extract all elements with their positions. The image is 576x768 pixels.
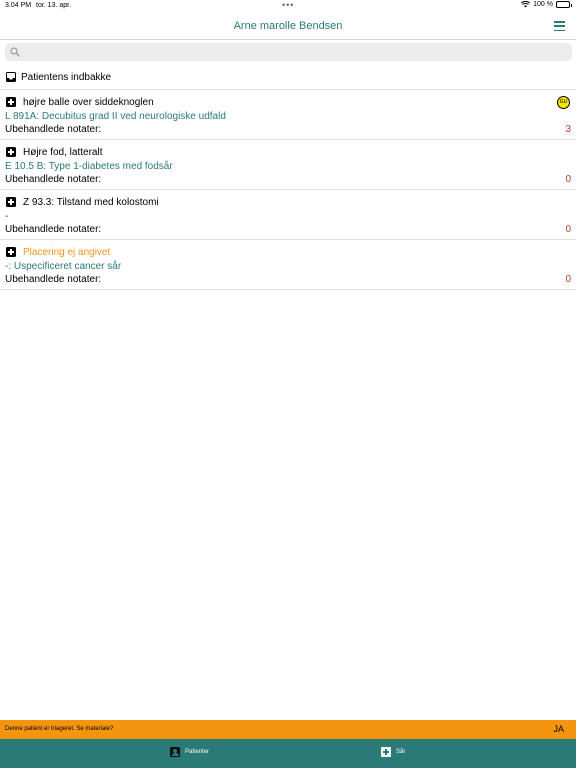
unhandled-notes-count: 3 [565, 124, 571, 135]
gu-badge: GU [557, 96, 570, 109]
patient-inbox-row[interactable]: Patientens indbakke [0, 66, 576, 90]
wound-plus-icon [6, 147, 16, 157]
triage-banner[interactable]: Denne patient er triageret. Se materiale… [0, 720, 576, 739]
patient-icon [170, 747, 180, 757]
tab-wounds-label: Sår [396, 749, 406, 755]
search-bar[interactable] [5, 43, 572, 61]
wound-plus-icon [381, 747, 391, 757]
wound-diagnosis: E 10.5 B: Type 1-diabetes med fodsår [5, 161, 173, 172]
battery-percent: 100 % [533, 1, 553, 8]
wound-diagnosis: - [5, 211, 9, 222]
wound-item[interactable]: Z 93.3: Tilstand med kolostomi - Ubehand… [0, 190, 576, 240]
wound-plus-icon [6, 247, 16, 257]
multitask-dots[interactable]: ••• [282, 1, 294, 10]
wound-location: Placering ej angivet [23, 247, 111, 258]
search-input[interactable] [23, 43, 563, 61]
unhandled-notes-count: 0 [565, 274, 571, 285]
search-icon [10, 47, 20, 57]
wound-location: højre balle over siddeknoglen [23, 97, 154, 108]
inbox-icon [6, 72, 16, 82]
inbox-label: Patientens indbakke [21, 72, 112, 83]
unhandled-notes-label: Ubehandlede notater: [5, 224, 102, 235]
status-time: 3.04 PM [5, 2, 32, 9]
triage-message: Denne patient er triageret. Se materiale… [5, 726, 114, 732]
screen: 3.04 PM tor. 13. apr. ••• 100 % Arne mar… [0, 0, 576, 768]
unhandled-notes-label: Ubehandlede notater: [5, 174, 102, 185]
unhandled-notes-label: Ubehandlede notater: [5, 124, 102, 135]
wound-item[interactable]: Højre fod, latteralt E 10.5 B: Type 1-di… [0, 140, 576, 190]
battery-icon [556, 1, 572, 8]
page-title: Arne marolle Bendsen [233, 20, 343, 32]
tab-patients-label: Patienter [185, 749, 210, 755]
status-bar: 3.04 PM tor. 13. apr. ••• 100 % [0, 0, 576, 14]
unhandled-notes-count: 0 [565, 174, 571, 185]
tab-patients[interactable]: Patienter [170, 747, 209, 757]
status-right: 100 % [521, 1, 572, 8]
wound-location: Z 93.3: Tilstand med kolostomi [23, 197, 159, 208]
unhandled-notes-count: 0 [565, 224, 571, 235]
triage-yes-button[interactable]: JA [553, 724, 564, 734]
wifi-icon [521, 1, 531, 8]
unhandled-notes-label: Ubehandlede notater: [5, 274, 102, 285]
wound-plus-icon [6, 197, 16, 207]
wound-plus-icon [6, 97, 16, 107]
tab-wounds[interactable]: Sår [381, 747, 405, 757]
wound-item[interactable]: højre balle over siddeknoglen GU L 891A:… [0, 90, 576, 140]
wound-location: Højre fod, latteralt [23, 147, 103, 158]
nav-bar: Arne marolle Bendsen [0, 14, 576, 40]
wound-diagnosis: L 891A: Decubitus grad II ved neurologis… [5, 111, 226, 122]
hamburger-menu-icon[interactable] [554, 21, 565, 31]
wound-diagnosis: -: Uspecificeret cancer sår [5, 261, 122, 272]
status-date: tor. 13. apr. [36, 2, 72, 9]
tab-bar: Patienter Sår [0, 739, 576, 768]
wound-item[interactable]: Placering ej angivet -: Uspecificeret ca… [0, 240, 576, 290]
